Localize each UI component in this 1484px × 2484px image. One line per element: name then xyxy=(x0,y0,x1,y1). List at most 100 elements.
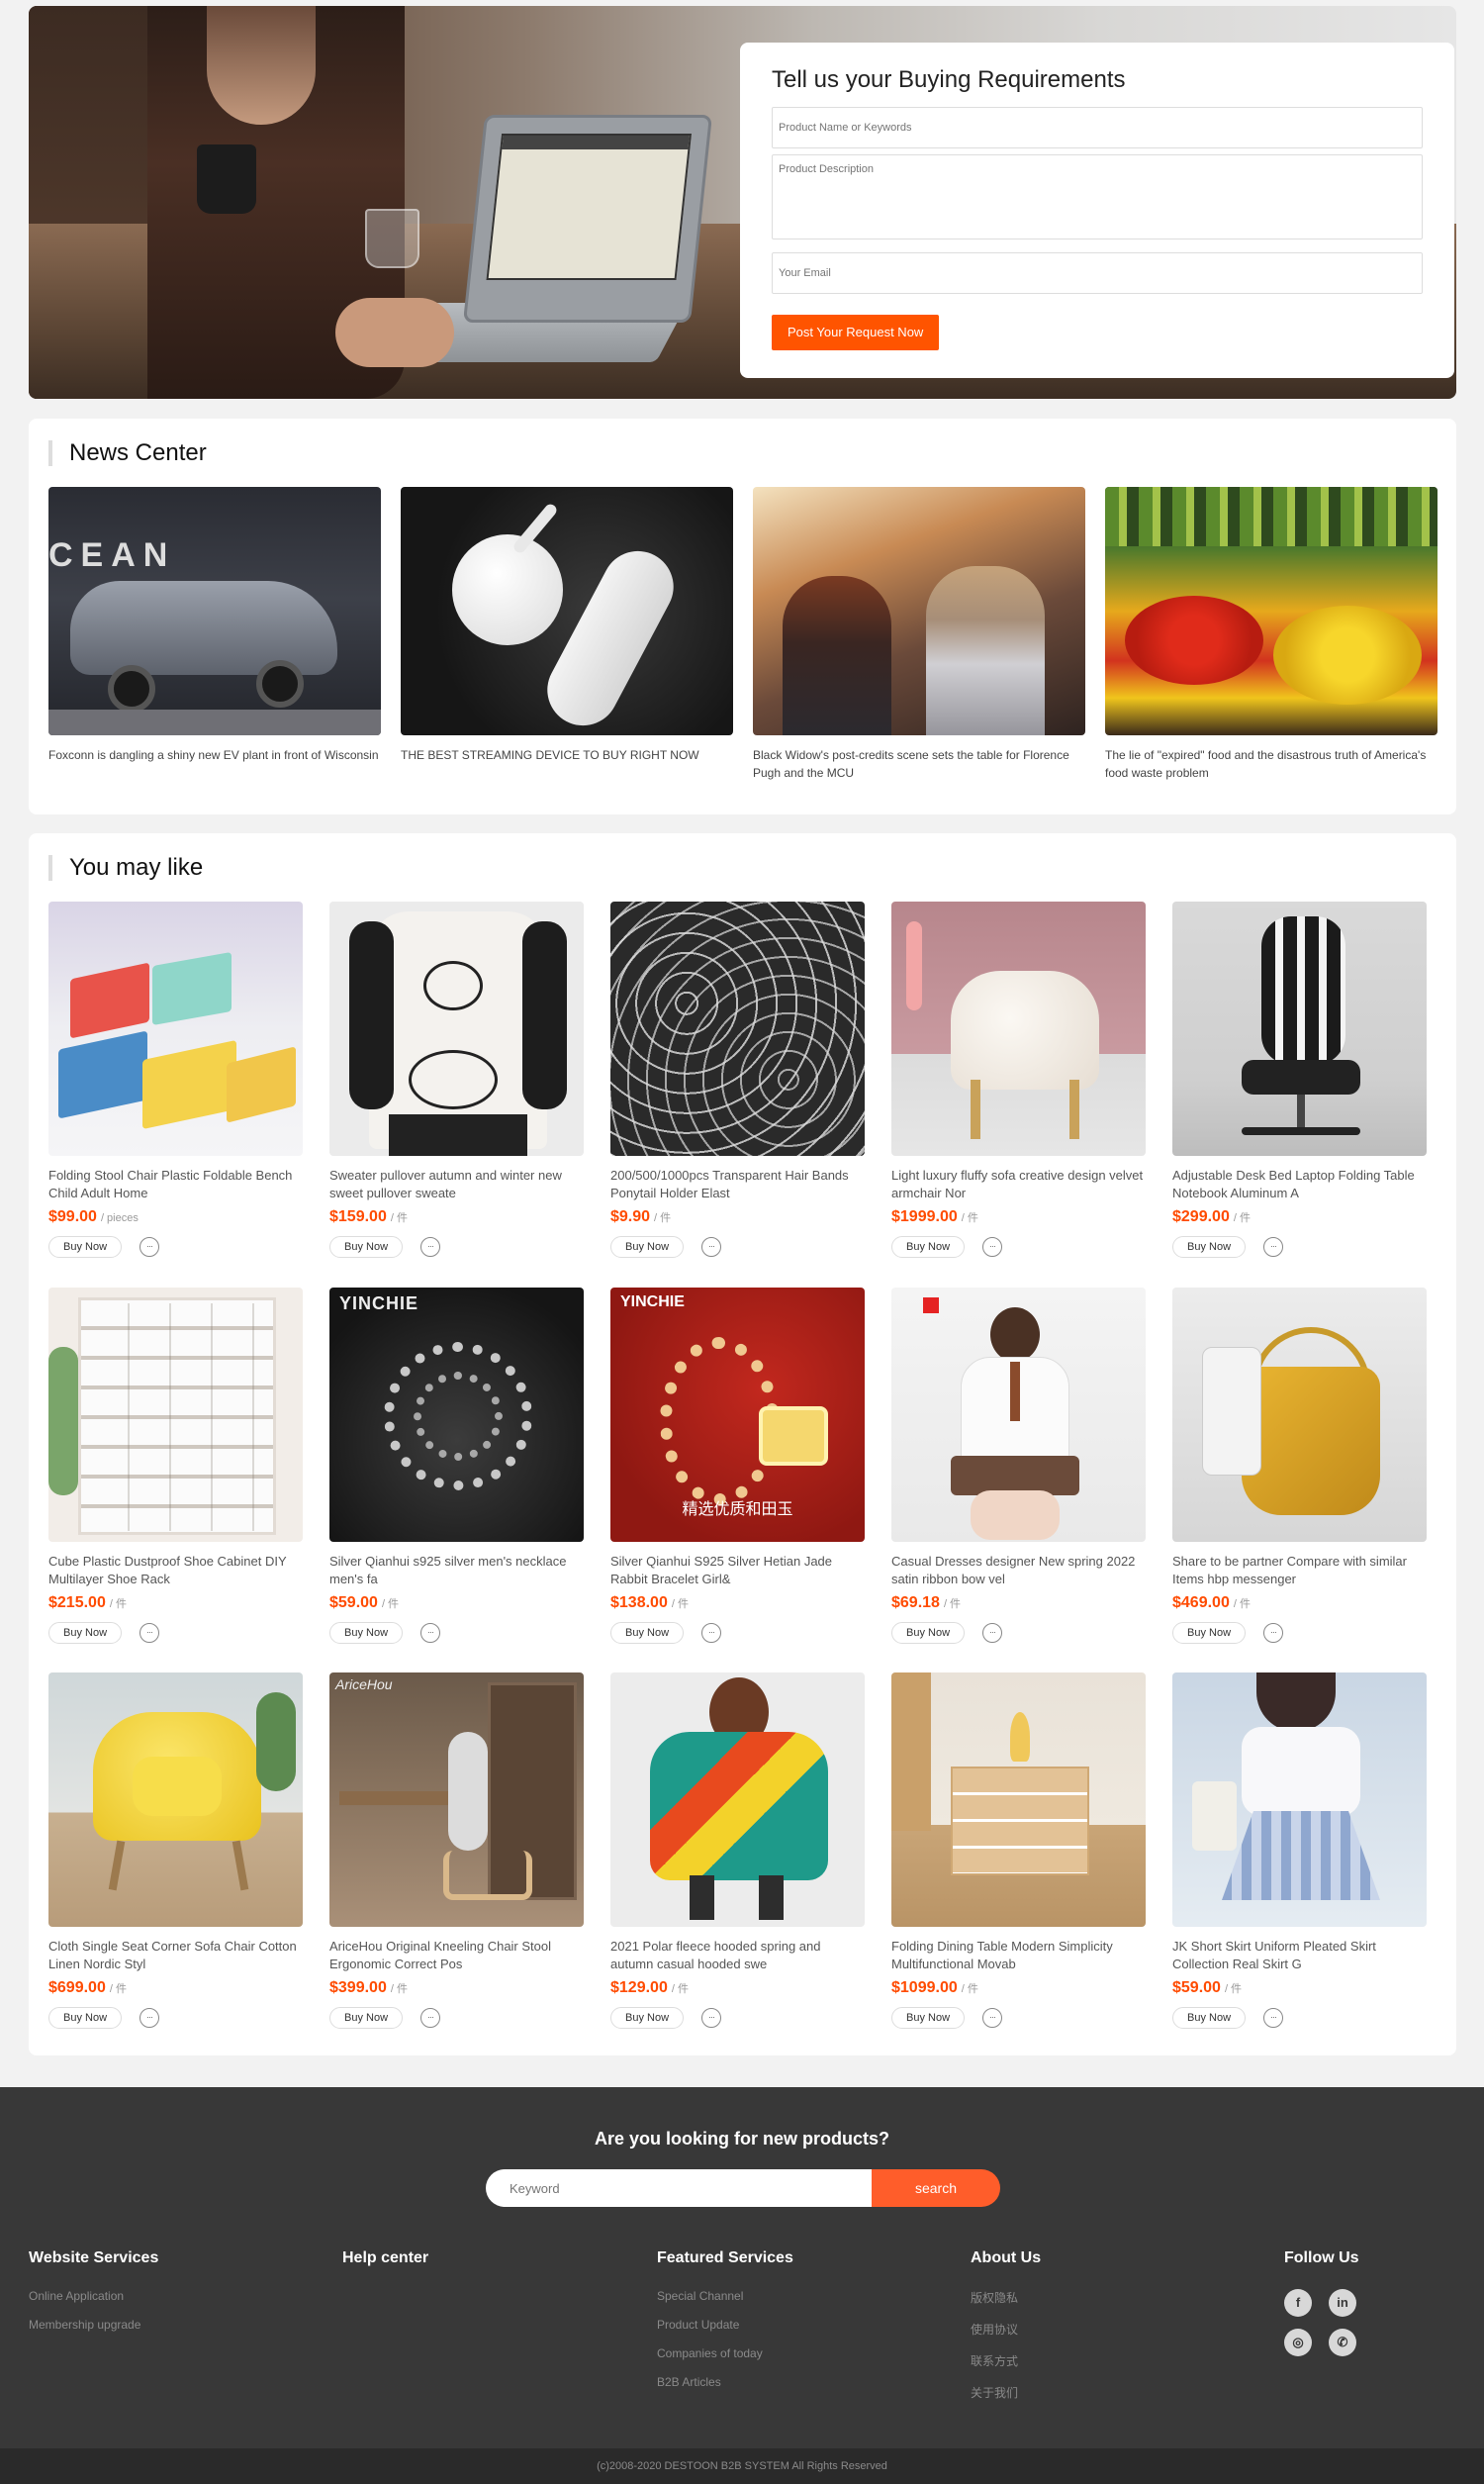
product-name[interactable]: Light luxury fluffy sofa creative design… xyxy=(891,1167,1146,1202)
news-image-black-widow[interactable] xyxy=(753,487,1085,735)
buy-now-button[interactable]: Buy Now xyxy=(891,1622,966,1644)
footer-link[interactable]: 联系方式 xyxy=(971,2352,1041,2369)
email-input[interactable] xyxy=(772,252,1423,294)
product-image-jade-bracelet[interactable]: YINCHIE 精选优质和田玉 xyxy=(610,1288,865,1542)
product-description-input[interactable] xyxy=(772,154,1423,239)
footer-link[interactable]: Membership upgrade xyxy=(29,2318,158,2332)
product-image-pleated-skirt[interactable] xyxy=(1172,1672,1427,1927)
news-caption[interactable]: Foxconn is dangling a shiny new EV plant… xyxy=(48,746,381,764)
buy-now-button[interactable]: Buy Now xyxy=(1172,1236,1247,1258)
product-card[interactable]: Cloth Single Seat Corner Sofa Chair Cott… xyxy=(48,1672,303,2029)
product-image-casual-dress[interactable] xyxy=(891,1288,1146,1542)
product-card[interactable]: Folding Stool Chair Plastic Foldable Ben… xyxy=(48,902,303,1258)
buy-now-button[interactable]: Buy Now xyxy=(48,1622,123,1644)
buy-now-button[interactable]: Buy Now xyxy=(610,1236,685,1258)
news-item[interactable]: The lie of "expired" food and the disast… xyxy=(1105,487,1438,782)
chat-icon[interactable]: ··· xyxy=(982,1623,1003,1643)
news-caption[interactable]: THE BEST STREAMING DEVICE TO BUY RIGHT N… xyxy=(401,746,733,764)
chat-icon[interactable]: ··· xyxy=(1263,2008,1284,2028)
product-card[interactable]: AriceHou AriceHou Original Kneeling Chai… xyxy=(329,1672,584,2029)
product-card[interactable]: Cube Plastic Dustproof Shoe Cabinet DIY … xyxy=(48,1288,303,1644)
product-name[interactable]: AriceHou Original Kneeling Chair Stool E… xyxy=(329,1938,584,1973)
footer-link[interactable]: 使用协议 xyxy=(971,2321,1041,2338)
buy-now-button[interactable]: Buy Now xyxy=(891,1236,966,1258)
buy-now-button[interactable]: Buy Now xyxy=(48,2007,123,2029)
product-name[interactable]: Cloth Single Seat Corner Sofa Chair Cott… xyxy=(48,1938,303,1973)
chat-icon[interactable]: ··· xyxy=(701,1623,722,1643)
footer-search-button[interactable]: search xyxy=(872,2169,1000,2207)
buy-now-button[interactable]: Buy Now xyxy=(610,2007,685,2029)
product-image-hooded-sweatshirt[interactable] xyxy=(610,1672,865,1927)
buy-now-button[interactable]: Buy Now xyxy=(329,2007,404,2029)
buy-now-button[interactable]: Buy Now xyxy=(329,1236,404,1258)
chat-icon[interactable]: ··· xyxy=(982,2008,1003,2028)
product-card[interactable]: YINCHIE 精选优质和田玉 Silver Qianhui S925 Silv… xyxy=(610,1288,865,1644)
product-name-input[interactable] xyxy=(772,107,1423,148)
product-image-cow-sweater[interactable] xyxy=(329,902,584,1156)
chat-icon[interactable]: ··· xyxy=(139,1623,160,1643)
footer-link[interactable]: Product Update xyxy=(657,2318,793,2332)
footer-link[interactable]: Companies of today xyxy=(657,2346,793,2360)
chat-icon[interactable]: ··· xyxy=(701,1237,722,1257)
chat-icon[interactable]: ··· xyxy=(420,2008,441,2028)
footer-link[interactable]: Online Application xyxy=(29,2289,158,2303)
product-name[interactable]: Folding Dining Table Modern Simplicity M… xyxy=(891,1938,1146,1973)
news-image-streaming-device[interactable] xyxy=(401,487,733,735)
product-image-yellow-sofa-chair[interactable] xyxy=(48,1672,303,1927)
wechat-icon[interactable]: ✆ xyxy=(1329,2329,1356,2356)
product-image-messenger-bag[interactable] xyxy=(1172,1288,1427,1542)
product-image-dining-table[interactable] xyxy=(891,1672,1146,1927)
product-card[interactable]: 2021 Polar fleece hooded spring and autu… xyxy=(610,1672,865,2029)
news-caption[interactable]: Black Widow's post-credits scene sets th… xyxy=(753,746,1085,782)
product-card[interactable]: YINCHIE Silver Qianhui s925 silver men's… xyxy=(329,1288,584,1644)
product-card[interactable]: Share to be partner Compare with similar… xyxy=(1172,1288,1427,1644)
product-card[interactable]: Adjustable Desk Bed Laptop Folding Table… xyxy=(1172,902,1427,1258)
product-image-kneeling-chair[interactable]: AriceHou xyxy=(329,1672,584,1927)
buy-now-button[interactable]: Buy Now xyxy=(891,2007,966,2029)
instagram-icon[interactable]: ◎ xyxy=(1284,2329,1312,2356)
buy-now-button[interactable]: Buy Now xyxy=(1172,1622,1247,1644)
footer-link[interactable]: B2B Articles xyxy=(657,2375,793,2389)
news-item[interactable]: Black Widow's post-credits scene sets th… xyxy=(753,487,1085,782)
product-name[interactable]: Sweater pullover autumn and winter new s… xyxy=(329,1167,584,1202)
product-name[interactable]: Cube Plastic Dustproof Shoe Cabinet DIY … xyxy=(48,1553,303,1588)
footer-link[interactable]: Special Channel xyxy=(657,2289,793,2303)
footer-link[interactable]: 版权隐私 xyxy=(971,2289,1041,2306)
chat-icon[interactable]: ··· xyxy=(139,2008,160,2028)
product-card[interactable]: Sweater pullover autumn and winter new s… xyxy=(329,902,584,1258)
chat-icon[interactable]: ··· xyxy=(420,1237,441,1257)
product-image-folding-stools[interactable] xyxy=(48,902,303,1156)
news-image-car[interactable]: CEAN xyxy=(48,487,381,735)
buy-now-button[interactable]: Buy Now xyxy=(48,1236,123,1258)
chat-icon[interactable]: ··· xyxy=(1263,1623,1284,1643)
product-card[interactable]: 200/500/1000pcs Transparent Hair Bands P… xyxy=(610,902,865,1258)
product-image-silver-necklace[interactable]: YINCHIE xyxy=(329,1288,584,1542)
linkedin-icon[interactable]: in xyxy=(1329,2289,1356,2317)
product-card[interactable]: Folding Dining Table Modern Simplicity M… xyxy=(891,1672,1146,2029)
product-name[interactable]: Silver Qianhui s925 silver men's necklac… xyxy=(329,1553,584,1588)
news-item[interactable]: THE BEST STREAMING DEVICE TO BUY RIGHT N… xyxy=(401,487,733,764)
buy-now-button[interactable]: Buy Now xyxy=(329,1622,404,1644)
chat-icon[interactable]: ··· xyxy=(139,1237,160,1257)
facebook-icon[interactable]: f xyxy=(1284,2289,1312,2317)
product-card[interactable]: Light luxury fluffy sofa creative design… xyxy=(891,902,1146,1258)
product-image-shoe-cabinet[interactable] xyxy=(48,1288,303,1542)
chat-icon[interactable]: ··· xyxy=(420,1623,441,1643)
product-card[interactable]: JK Short Skirt Uniform Pleated Skirt Col… xyxy=(1172,1672,1427,2029)
product-name[interactable]: Adjustable Desk Bed Laptop Folding Table… xyxy=(1172,1167,1427,1202)
product-name[interactable]: Casual Dresses designer New spring 2022 … xyxy=(891,1553,1146,1588)
news-caption[interactable]: The lie of "expired" food and the disast… xyxy=(1105,746,1438,782)
product-name[interactable]: Folding Stool Chair Plastic Foldable Ben… xyxy=(48,1167,303,1202)
buy-now-button[interactable]: Buy Now xyxy=(1172,2007,1247,2029)
footer-link[interactable]: 关于我们 xyxy=(971,2384,1041,2401)
product-card[interactable]: Casual Dresses designer New spring 2022 … xyxy=(891,1288,1146,1644)
post-request-button[interactable]: Post Your Request Now xyxy=(772,315,940,350)
buy-now-button[interactable]: Buy Now xyxy=(610,1622,685,1644)
chat-icon[interactable]: ··· xyxy=(701,2008,722,2028)
news-item[interactable]: CEAN Foxconn is dangling a shiny new EV … xyxy=(48,487,381,764)
product-name[interactable]: 200/500/1000pcs Transparent Hair Bands P… xyxy=(610,1167,865,1202)
product-name[interactable]: Share to be partner Compare with similar… xyxy=(1172,1553,1427,1588)
chat-icon[interactable]: ··· xyxy=(1263,1237,1284,1257)
product-name[interactable]: JK Short Skirt Uniform Pleated Skirt Col… xyxy=(1172,1938,1427,1973)
product-name[interactable]: Silver Qianhui S925 Silver Hetian Jade R… xyxy=(610,1553,865,1588)
